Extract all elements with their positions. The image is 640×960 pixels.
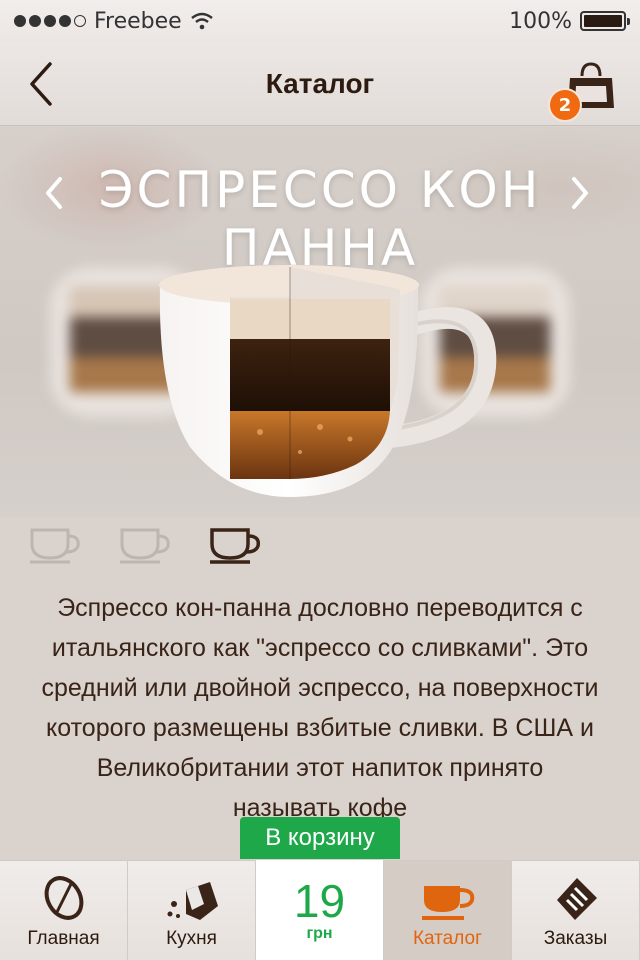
price-value: 19 <box>293 875 346 927</box>
status-bar: Freebee 100% <box>0 0 640 42</box>
coffee-bean-icon <box>44 876 83 920</box>
navigation-bar: Каталог <box>0 42 640 126</box>
page-title: Каталог <box>265 67 375 99</box>
size-selector <box>28 524 262 564</box>
battery-icon <box>580 11 630 31</box>
product-hero: ЭСПРЕССО КОН ПАННА <box>0 127 640 517</box>
price-display: 19 грн <box>256 860 384 960</box>
tab-kitchen-label: Кухня <box>166 928 217 949</box>
signal-strength-icon <box>14 15 86 27</box>
status-left: Freebee <box>14 9 214 34</box>
back-button[interactable] <box>22 56 62 112</box>
tab-catalog-label: Каталог <box>412 928 483 949</box>
price-unit: грн <box>306 925 333 942</box>
tab-bar: Главная Кухня 19 грн Каталог Заказы <box>0 860 640 960</box>
tab-kitchen[interactable]: Кухня <box>128 860 256 960</box>
coffee-cup-image <box>159 265 497 497</box>
tab-orders-label: Заказы <box>543 928 608 949</box>
kitchen-icon <box>167 882 218 920</box>
tab-home-label: Главная <box>27 928 100 949</box>
battery-percent: 100% <box>509 8 572 34</box>
next-product-arrow[interactable] <box>568 175 592 211</box>
size-small-cup-icon[interactable] <box>28 524 82 564</box>
cup-icon <box>421 886 474 920</box>
status-right: 100% <box>509 8 630 34</box>
tab-orders[interactable]: Заказы <box>512 860 640 960</box>
carrier-name: Freebee <box>94 8 182 34</box>
tab-catalog[interactable]: Каталог <box>384 860 512 960</box>
add-to-cart-button[interactable]: В корзину <box>240 817 400 859</box>
tab-home[interactable]: Главная <box>0 860 128 960</box>
cart-count-badge: 2 <box>548 88 582 122</box>
size-medium-cup-icon[interactable] <box>118 524 172 564</box>
orders-icon <box>556 878 597 920</box>
product-description: Эспрессо кон-панна дословно переводится … <box>41 594 599 822</box>
wifi-icon <box>190 12 213 30</box>
size-large-cup-icon[interactable] <box>208 524 262 564</box>
